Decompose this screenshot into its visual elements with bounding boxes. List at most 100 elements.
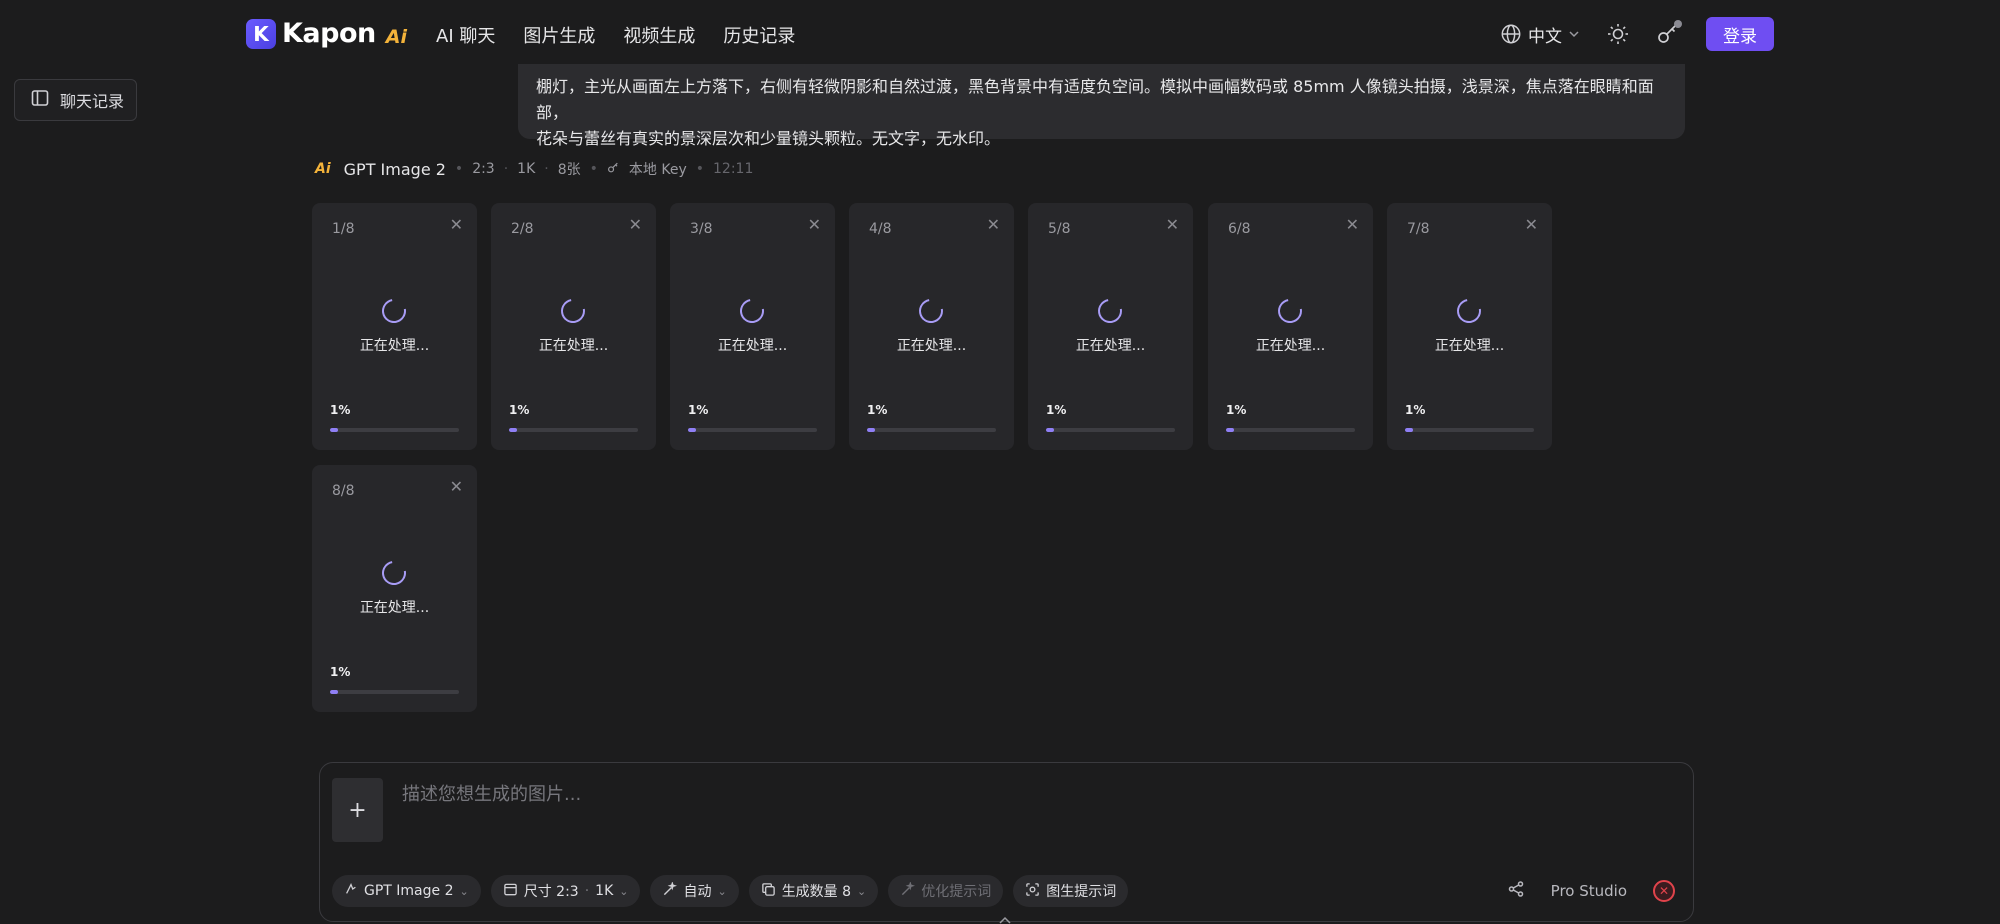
add-image-button[interactable]: + <box>332 778 383 842</box>
chevron-down-icon: ⌄ <box>459 884 469 898</box>
card-progress-bar <box>1046 428 1175 432</box>
chevron-down-icon: ⌄ <box>619 884 629 898</box>
image-card[interactable]: 2/8 ✕ 正在处理... 1% <box>491 203 656 450</box>
close-icon[interactable]: ✕ <box>1166 217 1179 233</box>
meta-time: 12:11 <box>713 161 754 177</box>
card-progress-bar <box>867 428 996 432</box>
progress-fill <box>1405 428 1413 432</box>
image-card[interactable]: 3/8 ✕ 正在处理... 1% <box>670 203 835 450</box>
prompt-input[interactable] <box>402 777 1602 811</box>
optimize-prompt-button[interactable]: 优化提示词 <box>888 875 1004 907</box>
brand-name: Kapon <box>282 18 376 49</box>
theme-toggle-sun-icon[interactable] <box>1606 22 1630 46</box>
model-selector[interactable]: GPT Image 2 ⌄ <box>332 875 481 907</box>
aspect-ratio-icon <box>503 882 518 901</box>
progress-fill <box>688 428 696 432</box>
card-status: 正在处理... <box>359 338 430 354</box>
loading-spinner-icon <box>377 294 411 328</box>
chat-history-button[interactable]: 聊天记录 <box>14 79 137 121</box>
card-index: 3/8 <box>690 221 713 237</box>
login-button[interactable]: 登录 <box>1706 17 1774 51</box>
card-status: 正在处理... <box>1255 338 1326 354</box>
meta-separator: · <box>544 161 549 177</box>
composer-toolbar: GPT Image 2 ⌄ 尺寸 2:3 · 1K ⌄ 自动 ⌄ 生成数量 8 … <box>332 875 1129 907</box>
image-card[interactable]: 7/8 ✕ 正在处理... 1% <box>1387 203 1552 450</box>
close-icon[interactable]: ✕ <box>450 217 463 233</box>
meta-ratio: 2:3 <box>472 161 495 177</box>
user-prompt-bubble: 棚灯，主光从画面左上方落下，右侧有轻微阴影和自然过渡，黑色背景中有适度负空间。模… <box>518 64 1685 148</box>
size-label: 尺寸 2:3 <box>523 884 579 900</box>
chevron-down-icon <box>1568 28 1580 40</box>
image-card[interactable]: 5/8 ✕ 正在处理... 1% <box>1028 203 1193 450</box>
card-index: 6/8 <box>1228 221 1251 237</box>
generation-meta: Ai GPT Image 2 • 2:3 · 1K · 8张 • 本地 Key … <box>315 159 753 179</box>
close-icon[interactable]: ✕ <box>629 217 642 233</box>
nav-history[interactable]: 历史记录 <box>723 22 795 48</box>
meta-count: 8张 <box>557 162 581 178</box>
progress-fill <box>1046 428 1054 432</box>
close-icon[interactable]: ✕ <box>987 217 1000 233</box>
progress-fill <box>1226 428 1234 432</box>
api-key-icon[interactable] <box>1656 20 1682 46</box>
card-progress-text: 1% <box>509 403 530 417</box>
card-status: 正在处理... <box>896 338 967 354</box>
nav-ai-chat[interactable]: AI 聊天 <box>436 22 495 48</box>
magic-wand-icon <box>900 880 916 901</box>
sidebar-panel-icon <box>30 88 50 112</box>
chevron-down-icon: ⌄ <box>717 884 727 898</box>
card-progress-text: 1% <box>1226 403 1247 417</box>
image-card[interactable]: 8/8 ✕ 正在处理... 1% <box>312 465 477 712</box>
close-icon[interactable]: ✕ <box>1525 217 1538 233</box>
size-selector[interactable]: 尺寸 2:3 · 1K ⌄ <box>490 875 641 907</box>
image-prompt-label: 图生提示词 <box>1046 884 1117 900</box>
card-index: 8/8 <box>332 483 355 499</box>
scroll-up-icon[interactable] <box>998 914 1012 924</box>
loading-spinner-icon <box>735 294 769 328</box>
close-icon[interactable]: ✕ <box>450 479 463 495</box>
card-progress-text: 1% <box>1046 403 1067 417</box>
image-to-prompt-button[interactable]: 图生提示词 <box>1013 875 1129 907</box>
auto-mode-selector[interactable]: 自动 ⌄ <box>650 875 739 907</box>
brand-logo[interactable]: K Kapon Ai <box>246 18 407 49</box>
image-card[interactable]: 6/8 ✕ 正在处理... 1% <box>1208 203 1373 450</box>
magic-wand-icon <box>662 880 678 901</box>
stop-generation-icon[interactable]: ✕ <box>1653 880 1675 902</box>
copy-icon <box>761 882 776 901</box>
auto-label: 自动 <box>683 884 712 900</box>
card-progress-text: 1% <box>1405 403 1426 417</box>
card-status: 正在处理... <box>1075 338 1146 354</box>
card-progress-text: 1% <box>688 403 709 417</box>
prompt-text-line: 花朵与蕾丝有真实的景深层次和少量镜头颗粒。无文字，无水印。 <box>536 129 1001 148</box>
scan-image-icon <box>1025 882 1040 901</box>
card-progress-bar <box>509 428 638 432</box>
count-selector[interactable]: 生成数量 8 ⌄ <box>748 875 879 907</box>
card-progress-text: 1% <box>867 403 888 417</box>
chevron-down-icon: ⌄ <box>857 884 867 898</box>
image-card[interactable]: 1/8 ✕ 正在处理... 1% <box>312 203 477 450</box>
key-icon <box>607 161 620 178</box>
language-selector[interactable]: 中文 <box>1500 22 1580 47</box>
close-icon[interactable]: ✕ <box>1346 217 1359 233</box>
nav-image-generation[interactable]: 图片生成 <box>523 22 595 48</box>
prompt-text-line: 棚灯，主光从画面左上方落下，右侧有轻微阴影和自然过渡，黑色背景中有适度负空间。模… <box>536 77 1654 122</box>
close-icon[interactable]: ✕ <box>808 217 821 233</box>
meta-separator: · <box>503 161 509 177</box>
brand-ai-label: Ai <box>385 25 407 48</box>
composer-right-tools: Pro Studio ✕ <box>1507 875 1675 907</box>
card-progress-bar <box>330 428 459 432</box>
notification-dot <box>1674 20 1682 28</box>
model-label: GPT Image 2 <box>364 883 454 899</box>
nav-video-generation[interactable]: 视频生成 <box>623 22 695 48</box>
model-sparkle-icon <box>344 882 358 900</box>
loading-spinner-icon <box>914 294 948 328</box>
card-progress-bar <box>330 690 459 694</box>
card-status: 正在处理... <box>717 338 788 354</box>
card-status: 正在处理... <box>359 600 430 616</box>
image-card[interactable]: 4/8 ✕ 正在处理... 1% <box>849 203 1014 450</box>
share-icon[interactable] <box>1507 880 1525 902</box>
pro-studio-link[interactable]: Pro Studio <box>1551 882 1627 900</box>
card-progress-bar <box>1226 428 1355 432</box>
loading-spinner-icon <box>1452 294 1486 328</box>
globe-icon <box>1500 23 1522 45</box>
loading-spinner-icon <box>556 294 590 328</box>
